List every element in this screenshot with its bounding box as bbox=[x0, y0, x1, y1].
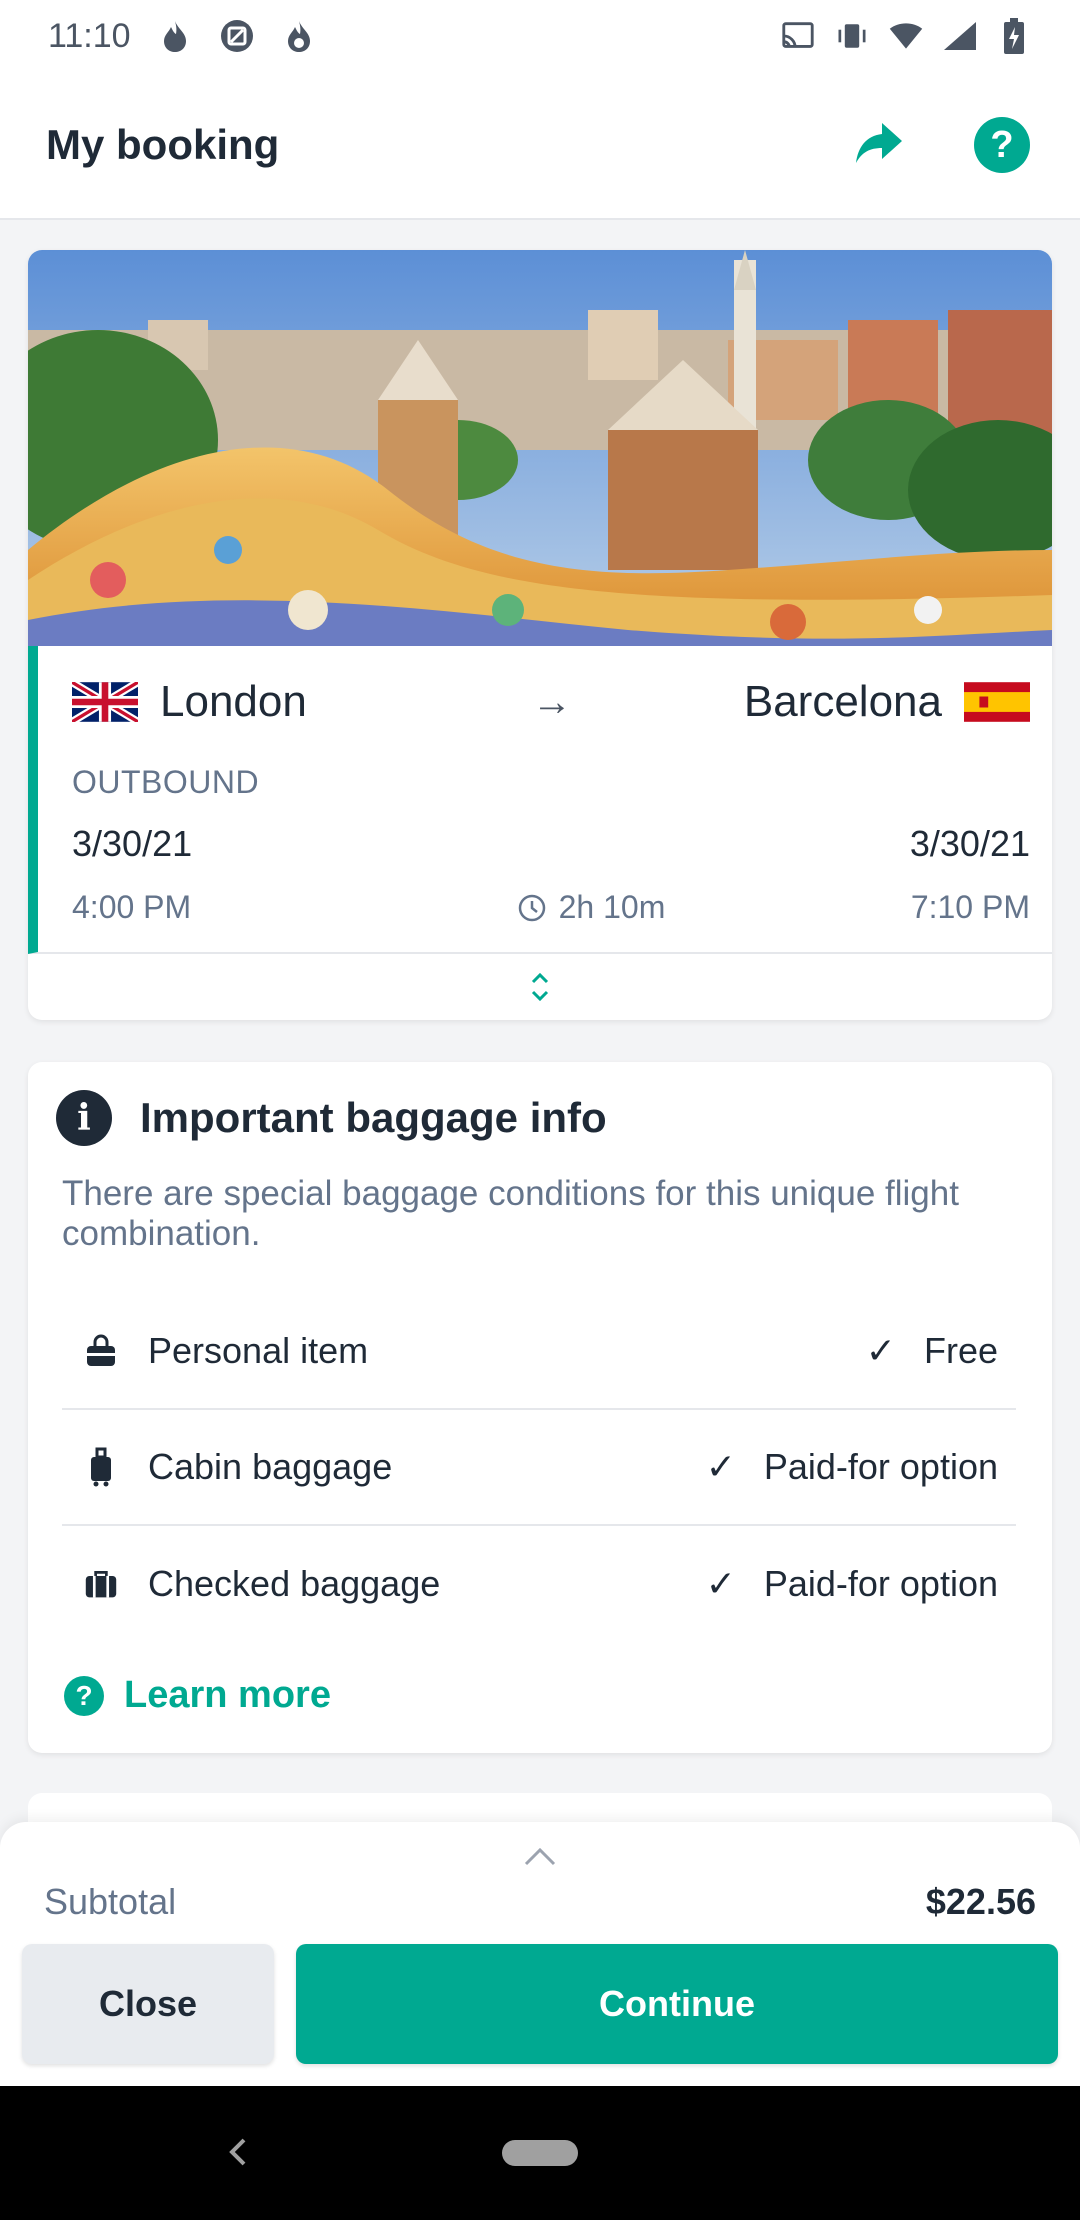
check-icon: ✓ bbox=[705, 1446, 736, 1487]
baggage-row-checked: Checked baggage ✓ Paid-for option bbox=[62, 1526, 1016, 1642]
close-button[interactable]: Close bbox=[22, 1944, 274, 2064]
wifi-icon bbox=[888, 18, 924, 54]
baggage-row-cabin: Cabin baggage ✓ Paid-for option bbox=[62, 1410, 1016, 1526]
info-icon: i bbox=[56, 1090, 112, 1146]
flight-route: London → Barcelona bbox=[72, 674, 1030, 730]
expand-details-button[interactable] bbox=[28, 954, 1052, 1020]
arrival-date: 3/30/21 bbox=[909, 823, 1030, 864]
learn-more-link[interactable]: ? Learn more bbox=[56, 1674, 1020, 1717]
baggage-list: Personal item ✓ Free Cabin baggage ✓ Pai… bbox=[56, 1294, 1020, 1642]
route-arrow-icon: → bbox=[532, 679, 572, 724]
destination-city: Barcelona bbox=[743, 677, 942, 726]
flight-details: London → Barcelona OUTBOUND 3/30/21 3/30… bbox=[28, 646, 1052, 954]
baggage-status: Paid-for option bbox=[763, 1563, 998, 1604]
share-arrow-icon bbox=[852, 117, 904, 174]
departure-date: 3/30/21 bbox=[72, 823, 193, 864]
back-icon[interactable] bbox=[222, 2132, 254, 2172]
check-icon: ✓ bbox=[705, 1563, 736, 1604]
status-bar: 11:10 bbox=[0, 0, 1080, 72]
help-icon: ? bbox=[64, 1675, 104, 1716]
baggage-info-card: i Important baggage info There are speci… bbox=[28, 1062, 1052, 1753]
app-bar: My booking ? bbox=[0, 72, 1080, 220]
duration-text: 2h 10m bbox=[558, 889, 666, 925]
help-icon: ? bbox=[974, 117, 1030, 173]
arrival-time: 7:10 PM bbox=[910, 889, 1030, 925]
booking-content: London → Barcelona OUTBOUND 3/30/21 3/30… bbox=[28, 250, 1052, 1873]
status-time: 11:10 bbox=[48, 16, 131, 55]
image-icon bbox=[219, 18, 255, 54]
cabin-bag-icon bbox=[84, 1447, 118, 1487]
baggage-description: There are special baggage conditions for… bbox=[62, 1174, 959, 1253]
baggage-status: Free bbox=[923, 1330, 998, 1371]
spain-flag-icon bbox=[964, 682, 1030, 722]
learn-more-label: Learn more bbox=[124, 1674, 331, 1716]
signal-icon bbox=[942, 18, 978, 54]
subtotal-value: $22.56 bbox=[925, 1881, 1036, 1922]
continue-button[interactable]: Continue bbox=[296, 1944, 1058, 2064]
cast-icon bbox=[780, 18, 816, 54]
baggage-status: Paid-for option bbox=[763, 1446, 998, 1487]
check-icon: ✓ bbox=[865, 1330, 896, 1371]
expand-chevrons-icon bbox=[531, 972, 549, 1002]
subtotal-label: Subtotal bbox=[44, 1881, 177, 1922]
page-title: My booking bbox=[46, 121, 280, 168]
clock-icon bbox=[518, 894, 545, 921]
direction-label: OUTBOUND bbox=[72, 764, 260, 800]
flame-icon bbox=[157, 18, 193, 54]
help-button[interactable]: ? bbox=[970, 113, 1034, 177]
departure-time: 4:00 PM bbox=[72, 889, 192, 925]
destination-image bbox=[28, 250, 1052, 646]
fire-icon bbox=[281, 18, 317, 54]
flight-duration: 2h 10m bbox=[437, 889, 666, 926]
suitcase-icon bbox=[84, 1564, 118, 1604]
baggage-label: Checked baggage bbox=[148, 1563, 441, 1604]
baggage-row-personal-item: Personal item ✓ Free bbox=[62, 1294, 1016, 1410]
vibrate-icon bbox=[834, 18, 870, 54]
home-pill[interactable] bbox=[502, 2140, 578, 2166]
share-button[interactable] bbox=[846, 113, 910, 177]
handbag-icon bbox=[84, 1331, 118, 1371]
battery-icon bbox=[996, 18, 1032, 54]
baggage-label: Personal item bbox=[148, 1330, 369, 1371]
origin-city: London bbox=[160, 677, 307, 726]
flight-card: London → Barcelona OUTBOUND 3/30/21 3/30… bbox=[28, 250, 1052, 1020]
chevron-up-icon[interactable] bbox=[520, 1842, 560, 1872]
uk-flag-icon bbox=[72, 682, 138, 722]
price-summary-sheet: Subtotal $22.56 Close Continue bbox=[0, 1822, 1080, 2086]
baggage-label: Cabin baggage bbox=[148, 1446, 393, 1487]
system-nav-bar bbox=[0, 2086, 1080, 2220]
baggage-title: Important baggage info bbox=[140, 1094, 607, 1141]
